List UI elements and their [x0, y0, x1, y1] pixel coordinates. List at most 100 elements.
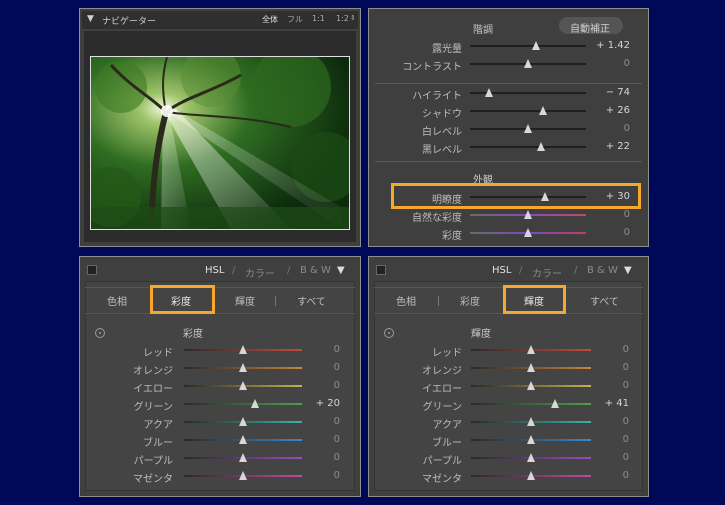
hsl-mode-bw[interactable]: B & W	[587, 265, 618, 276]
slider-value[interactable]: 0	[589, 362, 629, 373]
mode-separator: /	[287, 265, 291, 276]
slider-thumb[interactable]	[524, 210, 532, 219]
tab-saturation[interactable]: 彩度	[460, 293, 480, 308]
slider-thumb[interactable]	[527, 345, 535, 354]
slider-value[interactable]: + 26	[590, 105, 630, 116]
slider-thumb[interactable]	[527, 381, 535, 390]
hsl-mode-bw[interactable]: B & W	[300, 265, 331, 276]
slider-thumb[interactable]	[239, 471, 247, 480]
slider-row: 自然な彩度 0	[369, 207, 650, 224]
slider-value[interactable]: + 22	[590, 141, 630, 152]
tab-all[interactable]: すべて	[590, 293, 619, 308]
slider-value[interactable]: 0	[589, 416, 629, 427]
tab-all[interactable]: すべて	[297, 293, 326, 308]
slider-value[interactable]: 0	[589, 434, 629, 445]
divider	[375, 161, 642, 162]
mode-separator: /	[232, 265, 236, 276]
collapse-triangle-icon[interactable]: ▼	[87, 14, 94, 24]
navigator-title: ナビゲーター	[102, 17, 157, 27]
slider-thumb[interactable]	[239, 381, 247, 390]
slider-thumb[interactable]	[527, 417, 535, 426]
tab-divider	[438, 296, 439, 306]
slider-label: シャドウ	[422, 109, 462, 120]
slider-track[interactable]	[470, 45, 586, 47]
hsl-mode-color[interactable]: カラー	[245, 265, 275, 280]
slider-thumb[interactable]	[484, 88, 493, 97]
hsl-mode-hsl[interactable]: HSL	[492, 265, 511, 276]
targeted-adjustment-icon[interactable]	[384, 328, 394, 338]
slider-value[interactable]: 0	[300, 380, 340, 391]
slider-thumb[interactable]	[524, 59, 532, 68]
slider-thumb[interactable]	[527, 453, 535, 462]
slider-value[interactable]: 0	[589, 380, 629, 391]
zoom-fill[interactable]: フル	[287, 14, 303, 25]
slider-row: パープル 0	[369, 450, 650, 467]
slider-track[interactable]	[184, 403, 302, 405]
section-title-luminance: 輝度	[471, 329, 491, 340]
slider-value[interactable]: + 41	[589, 398, 629, 409]
slider-value[interactable]: 0	[300, 434, 340, 445]
slider-thumb[interactable]	[239, 435, 247, 444]
slider-value[interactable]: 0	[300, 344, 340, 355]
auto-tone-button[interactable]: 自動補正	[559, 17, 623, 35]
slider-thumb[interactable]	[527, 435, 535, 444]
slider-thumb[interactable]	[527, 471, 535, 480]
slider-value[interactable]: 0	[589, 452, 629, 463]
zoom-1-2[interactable]: 1:2	[336, 14, 349, 23]
slider-row: 白レベル 0	[369, 121, 650, 138]
slider-value[interactable]: 0	[590, 227, 630, 238]
slider-value[interactable]: − 74	[590, 87, 630, 98]
slider-thumb[interactable]	[250, 399, 259, 408]
slider-label: グリーン	[133, 402, 174, 413]
slider-thumb[interactable]	[239, 345, 247, 354]
slider-label: マゼンタ	[422, 474, 462, 485]
slider-label: コントラスト	[402, 62, 462, 73]
slider-thumb[interactable]	[539, 106, 548, 115]
zoom-stepper-icon[interactable]: ⇕	[350, 14, 356, 22]
slider-value[interactable]: 0	[590, 58, 630, 69]
slider-value[interactable]: 0	[590, 209, 630, 220]
zoom-1-1[interactable]: 1:1	[312, 14, 325, 23]
slider-thumb[interactable]	[239, 363, 247, 372]
slider-thumb[interactable]	[524, 124, 532, 133]
collapse-triangle-icon[interactable]: ▼	[624, 265, 632, 276]
navigator-header[interactable]: ▼ ナビゲーター 全体 フル 1:1 1:2 ⇕	[82, 11, 358, 29]
slider-value[interactable]: 0	[300, 416, 340, 427]
slider-value[interactable]: 0	[589, 470, 629, 481]
panel-switch-icon[interactable]	[87, 265, 97, 275]
slider-value[interactable]: + 20	[300, 398, 340, 409]
slider-value[interactable]: 0	[300, 362, 340, 373]
slider-track[interactable]	[471, 403, 591, 405]
tab-luminance[interactable]: 輝度	[235, 293, 255, 308]
slider-value[interactable]: 0	[589, 344, 629, 355]
slider-value[interactable]: 0	[590, 123, 630, 134]
slider-thumb[interactable]	[239, 453, 247, 462]
mode-separator: /	[519, 265, 523, 276]
slider-row: 黒レベル + 22	[369, 139, 650, 156]
slider-track[interactable]	[470, 146, 586, 148]
navigator-preview-image[interactable]	[90, 56, 350, 230]
slider-value[interactable]: 0	[300, 470, 340, 481]
slider-thumb[interactable]	[527, 363, 535, 372]
slider-value[interactable]: 0	[300, 452, 340, 463]
slider-track[interactable]	[470, 110, 586, 112]
slider-thumb[interactable]	[532, 41, 541, 50]
collapse-triangle-icon[interactable]: ▼	[337, 265, 345, 276]
section-title-saturation: 彩度	[183, 329, 203, 340]
luminance-tab-highlight	[503, 285, 566, 314]
hsl-mode-color[interactable]: カラー	[532, 265, 562, 280]
hsl-mode-hsl[interactable]: HSL	[205, 265, 224, 276]
targeted-adjustment-icon[interactable]	[95, 328, 105, 338]
zoom-fit[interactable]: 全体	[262, 14, 278, 25]
tab-hue[interactable]: 色相	[107, 293, 127, 308]
tab-hue[interactable]: 色相	[396, 293, 416, 308]
slider-thumb[interactable]	[536, 142, 545, 151]
slider-label: アクア	[143, 420, 174, 431]
slider-thumb[interactable]	[524, 228, 532, 237]
slider-thumb[interactable]	[239, 417, 247, 426]
hsl-panel-saturation: HSL / カラー / B & W ▼ 色相 彩度 輝度 すべて 彩度 レッド 0…	[79, 256, 361, 497]
slider-thumb[interactable]	[551, 399, 559, 408]
slider-value[interactable]: + 1.42	[590, 40, 630, 51]
slider-label: 露光量	[432, 44, 462, 55]
panel-switch-icon[interactable]	[376, 265, 386, 275]
